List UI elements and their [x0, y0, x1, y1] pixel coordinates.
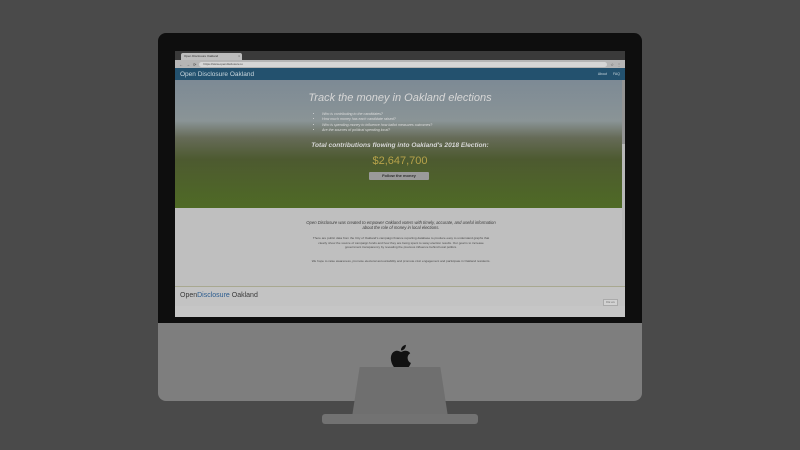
total-contributions-label: Total contributions flowing into Oakland… [311, 142, 489, 149]
screen: Open Disclosure Oakland × ← → ⟳ https://… [175, 51, 625, 317]
monitor-stand-neck [352, 367, 448, 417]
browser-tab[interactable]: Open Disclosure Oakland × [181, 53, 242, 60]
nav-about-link[interactable]: About [598, 72, 607, 76]
browser-tab-strip: Open Disclosure Oakland × [175, 51, 625, 60]
about-section: Open Disclosure was created to empower O… [175, 208, 625, 287]
nav-links: About FAQ [598, 72, 620, 76]
total-contributions-amount: $2,647,700 [372, 155, 428, 167]
hero-questions-list: Who is contributing to the candidates? H… [316, 112, 432, 134]
logo-city: Oakland [231, 292, 258, 299]
reload-icon[interactable]: ⟳ [193, 62, 196, 67]
list-item: Are the sources of political spending lo… [322, 128, 432, 133]
forward-icon[interactable]: → [186, 62, 190, 67]
intro-text: Open Disclosure was created to empower O… [306, 220, 496, 231]
monitor-bezel: Open Disclosure Oakland × ← → ⟳ https://… [158, 33, 642, 323]
tab-close-icon[interactable]: × [238, 53, 240, 60]
monitor-stand-foot [322, 414, 478, 424]
logo-open: Open [180, 292, 198, 299]
follow-the-money-button[interactable]: Follow the money [369, 172, 429, 180]
hero-section: Track the money in Oakland elections Who… [175, 80, 625, 208]
address-bar[interactable]: https://www.opendisclosure.io [199, 61, 608, 67]
scrollbar-thumb[interactable] [622, 80, 625, 144]
footer-logo[interactable]: OpenDisclosure Oakland [180, 292, 258, 299]
page-scrollbar[interactable] [622, 80, 625, 240]
mission-text: We hope to raise awareness, promote elec… [311, 259, 491, 263]
logo-disclosure: Disclosure [197, 292, 230, 299]
nav-faq-link[interactable]: FAQ [613, 72, 620, 76]
back-icon[interactable]: ← [179, 62, 183, 67]
hero-title: Track the money in Oakland elections [308, 92, 492, 104]
site-footer: OpenDisclosure Oakland Fix on [175, 287, 625, 306]
footer-badge[interactable]: Fix on [603, 299, 618, 306]
site-brand[interactable]: Open Disclosure Oakland [180, 71, 254, 78]
site-navbar: Open Disclosure Oakland About FAQ [175, 68, 625, 80]
imac-monitor: Open Disclosure Oakland × ← → ⟳ https://… [158, 33, 642, 401]
tab-title: Open Disclosure Oakland [184, 54, 219, 58]
bookmark-star-icon[interactable]: ☆ [610, 62, 614, 67]
apple-logo-icon [390, 344, 411, 370]
browser-menu-icon[interactable]: ⋮ [617, 62, 621, 67]
description-text: There are public data from the City of O… [312, 236, 490, 249]
browser-toolbar: ← → ⟳ https://www.opendisclosure.io ☆ ⋮ [175, 60, 625, 68]
